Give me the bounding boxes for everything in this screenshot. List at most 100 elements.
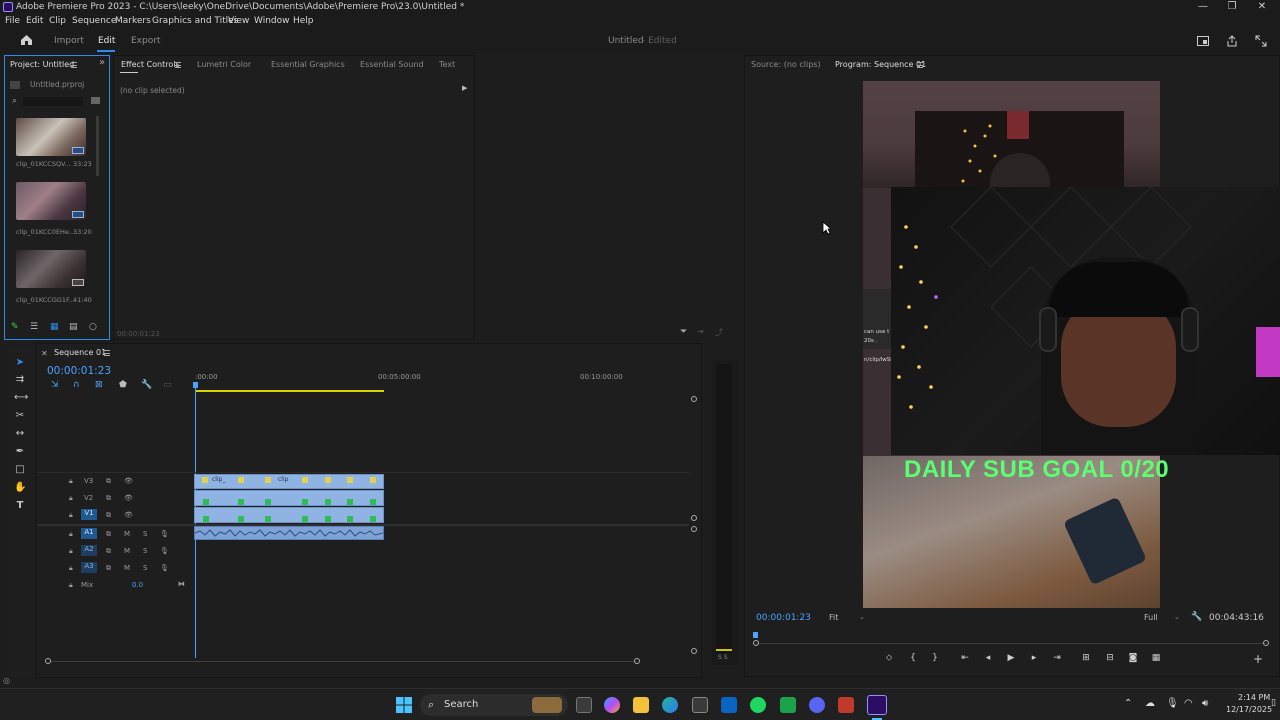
track-label-a2[interactable]: A2 bbox=[81, 545, 97, 556]
lock-icon[interactable]: 🔒︎ bbox=[69, 581, 73, 590]
add-button-icon[interactable]: + bbox=[1253, 652, 1263, 666]
solo-button[interactable]: S bbox=[143, 530, 147, 538]
notification-icon[interactable]: ▯ bbox=[1271, 698, 1276, 708]
mix-value[interactable]: 0.0 bbox=[132, 581, 143, 589]
copilot-icon[interactable] bbox=[604, 697, 620, 713]
close-button[interactable]: ✕ bbox=[1252, 1, 1272, 12]
lock-icon[interactable]: 🔒︎ bbox=[69, 530, 73, 539]
icon-view-icon[interactable]: ▦ bbox=[50, 322, 59, 332]
microphone-icon[interactable]: 🎙︎ bbox=[160, 530, 169, 538]
menu-window[interactable]: Window bbox=[254, 16, 290, 26]
list-view-icon[interactable]: ☰ bbox=[30, 322, 38, 332]
meter-solo-labels[interactable]: S S bbox=[718, 654, 728, 661]
chevron-up-icon[interactable]: ⌃ bbox=[1124, 698, 1132, 709]
menu-view[interactable]: View bbox=[228, 16, 249, 26]
pen-tool-icon[interactable]: ✒ bbox=[14, 446, 26, 458]
microphone-icon[interactable]: 🎙︎ bbox=[160, 547, 169, 555]
playhead-handle[interactable] bbox=[193, 382, 198, 388]
lock-icon[interactable]: 🔒︎ bbox=[69, 547, 73, 556]
comparison-view-button[interactable]: ▦ bbox=[1149, 653, 1163, 663]
type-tool-icon[interactable]: T bbox=[14, 500, 26, 512]
mute-button[interactable]: M bbox=[124, 530, 130, 538]
onedrive-icon[interactable]: ☁ bbox=[1145, 698, 1155, 709]
mark-in-button[interactable]: { bbox=[906, 653, 920, 663]
close-sequence-icon[interactable]: ✕ bbox=[41, 349, 48, 358]
selection-tool-icon[interactable]: ➤ bbox=[14, 357, 26, 369]
microphone-icon[interactable]: 🎙︎ bbox=[160, 564, 169, 572]
chevron-down-icon[interactable]: ⌄ bbox=[859, 613, 865, 621]
outlook-icon[interactable] bbox=[721, 697, 737, 713]
tab-edit[interactable]: Edit bbox=[98, 36, 115, 46]
wrench-icon[interactable]: 🔧 bbox=[1191, 612, 1202, 622]
program-timecode[interactable]: 00:00:01:23 bbox=[756, 613, 811, 623]
sync-lock-icon[interactable]: ⧉ bbox=[106, 530, 111, 539]
menu-graphics-titles[interactable]: Graphics and Titles bbox=[152, 16, 238, 26]
tab-effect-controls[interactable]: Effect Controls bbox=[121, 60, 180, 69]
chevron-down-icon[interactable]: ⌄ bbox=[1174, 613, 1180, 621]
microphone-icon[interactable]: 🎙︎ bbox=[1166, 698, 1179, 709]
winrar-icon[interactable] bbox=[838, 697, 854, 713]
add-marker-button[interactable]: ⬦ bbox=[882, 653, 896, 663]
horizontal-zoom-handle-right[interactable] bbox=[634, 658, 640, 664]
tab-essential-sound[interactable]: Essential Sound bbox=[360, 60, 424, 69]
rectangle-tool-icon[interactable]: □ bbox=[14, 464, 26, 476]
menu-clip[interactable]: Clip bbox=[49, 16, 66, 26]
menu-edit[interactable]: Edit bbox=[26, 16, 43, 26]
project-menu-icon[interactable] bbox=[71, 62, 77, 68]
pencil-icon[interactable]: ✎ bbox=[11, 322, 19, 332]
solo-button[interactable]: S bbox=[143, 564, 147, 572]
panel-expand-icon[interactable]: » bbox=[99, 57, 105, 68]
premiere-pro-taskbar-icon[interactable] bbox=[867, 695, 887, 715]
go-to-out-button[interactable]: ⇥ bbox=[1050, 653, 1064, 663]
home-icon[interactable] bbox=[20, 34, 33, 46]
timeline-timecode[interactable]: 00:00:01:23 bbox=[47, 365, 111, 377]
sync-lock-icon[interactable]: ⧉ bbox=[106, 477, 111, 486]
share-icon[interactable] bbox=[1226, 35, 1238, 47]
track-select-tool-icon[interactable]: ⇉ bbox=[14, 374, 26, 386]
razor-tool-icon[interactable]: ✂ bbox=[14, 410, 26, 422]
quick-export-icon[interactable] bbox=[1197, 36, 1209, 46]
tab-lumetri-color[interactable]: Lumetri Color bbox=[197, 60, 251, 69]
audio-clip-a1[interactable] bbox=[194, 526, 384, 540]
spotify-icon[interactable] bbox=[750, 697, 766, 713]
audio-zoom-handle[interactable] bbox=[691, 526, 697, 532]
ripple-edit-tool-icon[interactable]: ⟷ bbox=[14, 392, 28, 404]
tab-export[interactable]: Export bbox=[131, 36, 160, 46]
lock-icon[interactable]: 🔒︎ bbox=[69, 564, 73, 573]
program-scrub-bar[interactable] bbox=[756, 643, 1266, 644]
tab-essential-graphics[interactable]: Essential Graphics bbox=[271, 60, 345, 69]
play-button[interactable]: ▶ bbox=[1004, 653, 1018, 663]
nest-icon[interactable]: ⇲ bbox=[51, 380, 59, 390]
clip-thumbnail-2[interactable] bbox=[16, 182, 86, 220]
scrub-handle-right[interactable] bbox=[1263, 640, 1269, 646]
mute-button[interactable]: M bbox=[124, 547, 130, 555]
microsoft-store-icon[interactable] bbox=[692, 697, 708, 713]
project-search-input[interactable] bbox=[23, 97, 83, 106]
program-playhead[interactable] bbox=[753, 632, 758, 638]
lock-icon[interactable]: 🔒︎ bbox=[69, 477, 73, 486]
track-label-a1[interactable]: A1 bbox=[81, 528, 97, 539]
capcut-icon[interactable] bbox=[780, 697, 796, 713]
sequence-tab[interactable]: Sequence 01 bbox=[54, 348, 106, 357]
menu-help[interactable]: Help bbox=[293, 16, 314, 26]
zoom-slider-icon[interactable]: ○ bbox=[89, 322, 97, 332]
slip-tool-icon[interactable]: ↔ bbox=[14, 428, 26, 440]
vertical-zoom-handle-mid[interactable] bbox=[691, 515, 697, 521]
project-scrollbar[interactable] bbox=[96, 116, 99, 176]
discord-icon[interactable] bbox=[809, 697, 825, 713]
program-menu-icon[interactable] bbox=[917, 62, 923, 68]
add-marker-icon[interactable]: ⬟ bbox=[119, 380, 127, 390]
clip-v2[interactable] bbox=[194, 490, 384, 506]
clip-v1[interactable] bbox=[194, 507, 384, 523]
expand-arrow-icon[interactable]: ▶ bbox=[462, 84, 467, 92]
quality-dropdown[interactable]: Full bbox=[1144, 613, 1158, 622]
settings-icon[interactable]: ⤴ bbox=[715, 327, 723, 338]
clip-thumbnail-3[interactable] bbox=[16, 250, 86, 288]
fullscreen-icon[interactable] bbox=[1255, 35, 1267, 47]
lock-icon[interactable]: 🔒︎ bbox=[69, 494, 73, 503]
taskbar-search-box[interactable]: ⌕ Search bbox=[420, 694, 568, 716]
maximize-button[interactable]: ❐ bbox=[1222, 1, 1242, 12]
mute-button[interactable]: M bbox=[124, 564, 130, 572]
tab-import[interactable]: Import bbox=[54, 36, 84, 46]
export-frame-button[interactable]: ◙ bbox=[1126, 653, 1140, 663]
